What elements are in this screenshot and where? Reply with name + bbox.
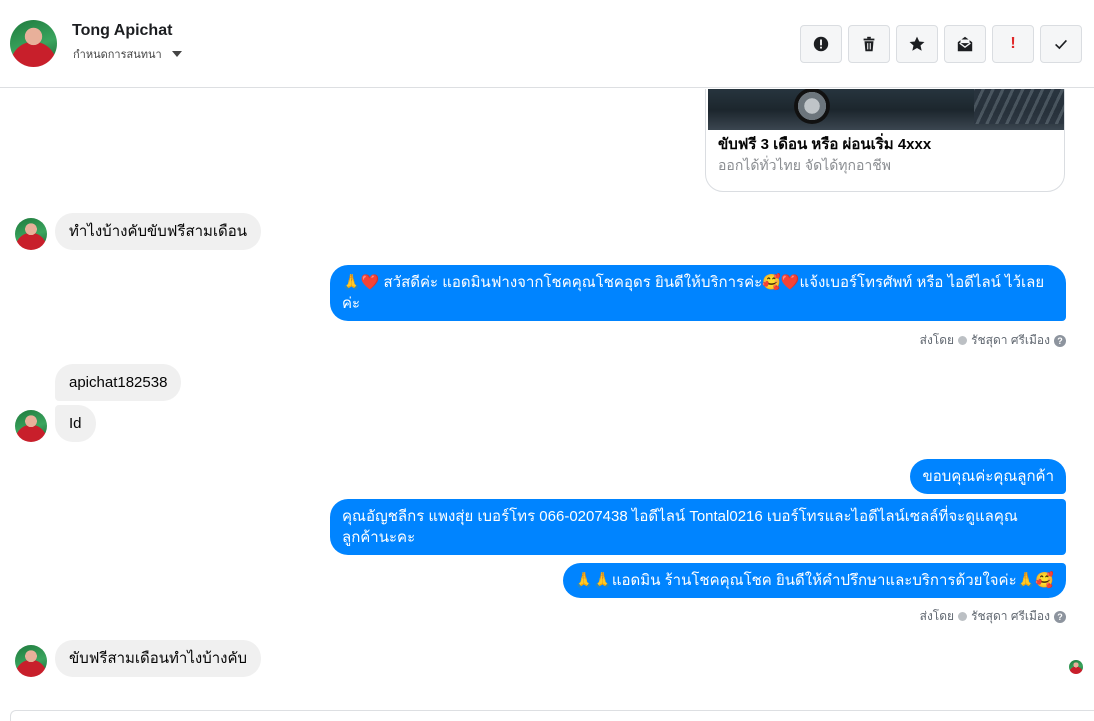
- mark-done-button[interactable]: [1040, 25, 1082, 63]
- contact-avatar[interactable]: [15, 218, 47, 250]
- mark-unread-button[interactable]: [944, 25, 986, 63]
- contact-avatar[interactable]: [10, 20, 57, 67]
- message-bubble-outgoing[interactable]: คุณอัญชลีกร แพงสุ่ย เบอร์โทร 066-0207438…: [330, 499, 1066, 555]
- link-preview-title: ขับฟรี 3 เดือน หรือ ผ่อนเริ่ม 4xxx: [718, 136, 932, 153]
- contact-avatar[interactable]: [15, 645, 47, 677]
- contact-avatar[interactable]: [15, 410, 47, 442]
- star-icon: [909, 36, 925, 51]
- message-bubble-incoming[interactable]: ทำไงบ้างคับขับฟรีสามเดือน: [55, 213, 262, 250]
- conversation-settings-dropdown[interactable]: กำหนดการสนทนา: [73, 45, 182, 63]
- caret-down-icon: [171, 51, 182, 57]
- message-composer[interactable]: [10, 710, 1094, 721]
- report-spam-button[interactable]: [800, 25, 842, 63]
- mark-unread-icon: [957, 36, 973, 52]
- sent-by-info: ส่งโดย รัชสุดา ศรีเมือง ?: [920, 331, 1066, 350]
- message-bubble-outgoing[interactable]: 🙏❤️ สวัสดีค่ะ แอดมินฟางจากโชคคุณโชคอุดร …: [330, 265, 1066, 321]
- checkmark-icon: [1055, 39, 1067, 50]
- sent-by-agent: รัชสุดา ศรีเมือง: [971, 609, 1050, 623]
- alert-circle-icon: [813, 36, 829, 52]
- sent-by-prefix: ส่งโดย: [919, 333, 955, 347]
- message-thread[interactable]: ขับฟรี 3 เดือน หรือ ผ่อนเริ่ม 4xxx ออกได…: [0, 89, 1094, 717]
- seen-indicator-avatar: [1069, 660, 1083, 674]
- message-bubble-outgoing[interactable]: ขอบคุณค่ะคุณลูกค้า: [910, 459, 1066, 494]
- agent-avatar-icon: [958, 336, 968, 345]
- contact-name[interactable]: Tong Apichat: [72, 22, 172, 40]
- message-bubble-outgoing[interactable]: 🙏🙏แอดมิน ร้านโชคคุณโชค ยินดีให้คำปรึกษาแ…: [562, 563, 1066, 598]
- link-preview-card[interactable]: ขับฟรี 3 เดือน หรือ ผ่อนเริ่ม 4xxx ออกได…: [705, 89, 1065, 192]
- delete-button[interactable]: [848, 25, 890, 63]
- conversation-header: Tong Apichat กำหนดการสนทนา !: [0, 0, 1094, 88]
- important-icon: !: [1010, 35, 1016, 52]
- sent-by-info: ส่งโดย รัชสุดา ศรีเมือง ?: [920, 607, 1066, 626]
- important-button[interactable]: !: [992, 25, 1034, 63]
- message-bubble-incoming[interactable]: ขับฟรีสามเดือนทำไงบ้างคับ: [55, 640, 262, 677]
- link-preview-subtitle: ออกได้ทั่วไทย จัดได้ทุกอาชีพ: [718, 157, 892, 173]
- link-preview-image: [708, 89, 1064, 130]
- trash-icon: [863, 36, 875, 52]
- sent-by-agent: รัชสุดา ศรีเมือง: [971, 333, 1050, 347]
- agent-avatar-icon: [958, 612, 968, 621]
- sent-by-prefix: ส่งโดย: [919, 609, 955, 623]
- star-button[interactable]: [896, 25, 938, 63]
- help-icon[interactable]: ?: [1054, 610, 1066, 623]
- car-wheel-graphic: [794, 89, 830, 124]
- help-icon[interactable]: ?: [1054, 334, 1066, 347]
- action-toolbar: !: [800, 25, 1082, 63]
- message-bubble-incoming[interactable]: apichat182538: [55, 364, 182, 401]
- car-background-graphic: [974, 89, 1064, 124]
- conversation-settings-label: กำหนดการสนทนา: [73, 49, 162, 61]
- message-bubble-incoming[interactable]: Id: [55, 405, 96, 442]
